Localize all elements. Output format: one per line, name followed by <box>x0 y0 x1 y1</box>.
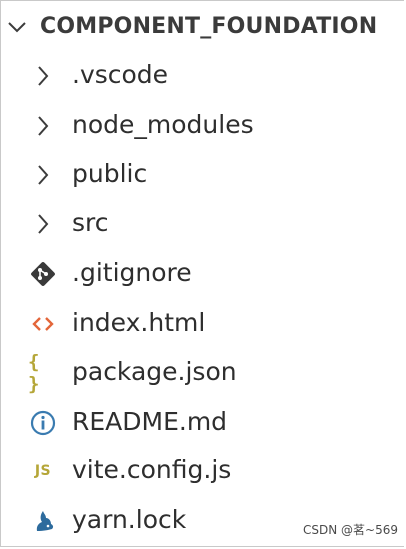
tree-item-label: README.md <box>72 407 228 436</box>
tree-item-index-html-file[interactable]: index.html <box>0 300 406 346</box>
tree-item-label: node_modules <box>72 110 254 139</box>
tree-item-label: yarn.lock <box>72 505 187 534</box>
tree-item-label: vite.config.js <box>72 455 232 484</box>
chevron-right-icon[interactable] <box>28 209 58 239</box>
watermark: CSDN @茗~569 <box>303 523 398 537</box>
tree-item-label: index.html <box>72 308 206 337</box>
json-icon: { } <box>28 351 41 395</box>
root-folder-label: COMPONENT_FOUNDATION <box>40 14 378 39</box>
git-icon <box>28 259 58 289</box>
tree-item-label: src <box>72 208 109 237</box>
chevron-right-icon[interactable] <box>28 160 58 190</box>
tree-item-label: .gitignore <box>72 258 192 287</box>
tree-item-node-modules-folder[interactable]: node_modules <box>0 102 406 148</box>
info-icon <box>28 408 58 438</box>
tree-item-label: .vscode <box>72 60 169 89</box>
yarn-icon <box>28 506 58 536</box>
chevron-right-icon[interactable] <box>28 111 58 141</box>
tree-item-public-folder[interactable]: public <box>0 151 406 197</box>
tree-item-label: public <box>72 159 148 188</box>
explorer-root-folder[interactable]: COMPONENT_FOUNDATION <box>0 8 406 48</box>
chevron-down-icon[interactable] <box>6 16 28 38</box>
tree-item-label: package.json <box>72 357 237 386</box>
tree-item-gitignore-file[interactable]: .gitignore <box>0 250 406 296</box>
tree-item-vite-config-file[interactable]: JS vite.config.js <box>0 447 406 493</box>
tree-item-vscode-folder[interactable]: .vscode <box>0 52 406 98</box>
tree-item-src-folder[interactable]: src <box>0 200 406 246</box>
chevron-right-icon[interactable] <box>28 61 58 91</box>
file-explorer: COMPONENT_FOUNDATION .vscode node_module… <box>0 0 406 549</box>
tree-item-package-json-file[interactable]: { } package.json <box>0 349 406 395</box>
javascript-icon: JS <box>34 463 52 479</box>
tree-item-readme-file[interactable]: README.md <box>0 399 406 445</box>
html-icon <box>28 309 58 339</box>
